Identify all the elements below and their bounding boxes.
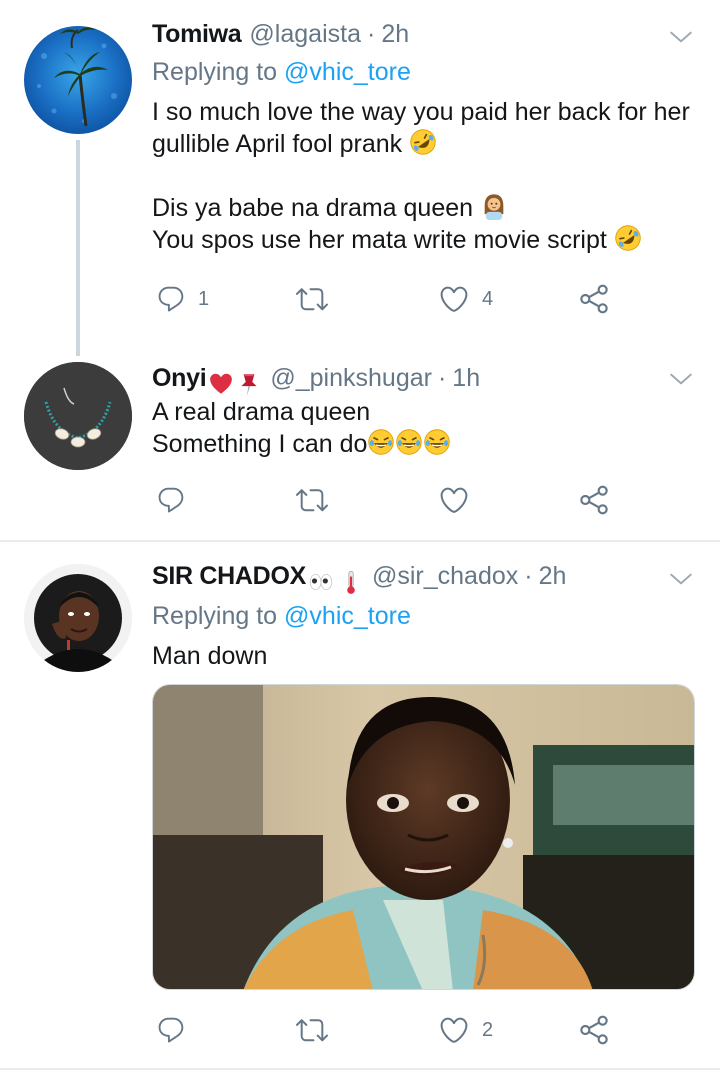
tweet-media-image[interactable] [152,684,695,990]
action-bar: 1 4 [152,279,622,319]
like-count: 2 [482,1018,494,1041]
replying-to: Replying to @vhic_tore [152,602,411,631]
retweet-button[interactable] [296,1010,340,1050]
replying-prefix: Replying to [152,602,278,630]
username[interactable]: @sir_chadox [372,562,518,591]
tweet-text: Man down [152,640,697,672]
joy-emoji-icon [367,428,395,456]
retweet-button[interactable] [296,279,340,319]
chevron-down-icon[interactable] [668,566,694,592]
like-count: 4 [482,287,494,310]
tweet-divider [0,1068,720,1070]
tweet-text: I so much love the way you paid her back… [152,96,697,256]
rofl-emoji-icon [409,128,437,156]
reply-icon [156,485,186,515]
like-button[interactable]: 2 [438,1010,493,1050]
tweet-line: Dis ya babe na drama queen [152,194,474,222]
display-name[interactable]: Onyi [152,364,207,393]
reply-count: 1 [198,287,210,310]
retweet-icon [296,484,328,516]
like-icon [438,484,470,516]
separator-dot: · [437,364,447,392]
joy-emoji-icon [423,428,451,456]
thread-connector [76,140,80,356]
tweet[interactable]: Onyi @_pinkshugar · 1h A real drama quee… [0,352,720,540]
tweet-line: You spos use her mata write movie script [152,226,607,254]
display-name[interactable]: SIR CHADOX [152,562,306,591]
tweet-header: Tomiwa @lagaista · 2h [152,20,409,60]
tweet-header: SIR CHADOX @sir_chadox · 2h [152,562,566,602]
like-icon [438,283,470,315]
chevron-down-icon[interactable] [668,366,694,392]
tweet-line: A real drama queen [152,398,371,426]
action-bar: 2 [152,1010,622,1050]
mention-link[interactable]: @vhic_tore [284,602,411,630]
tweet-line: I so much love the way you paid her back… [152,98,690,126]
replying-to: Replying to @vhic_tore [152,58,411,87]
separator-dot: · [524,562,533,590]
display-name[interactable]: Tomiwa [152,20,242,49]
reply-button[interactable] [156,1010,198,1050]
tweet-text: A real drama queen Something I can do [152,396,697,460]
tweet-line: gullible April fool prank [152,130,403,158]
joy-emoji-icon [395,428,423,456]
thermometer-emoji-icon [338,569,364,595]
tweet[interactable]: Tomiwa @lagaista · 2h Replying to @vhic_… [0,0,720,356]
avatar[interactable] [24,564,132,672]
woman-emoji-icon [480,192,508,220]
username[interactable]: @_pinkshugar [270,364,432,393]
rofl-emoji-icon [614,224,642,252]
share-icon [578,283,610,315]
share-button[interactable] [578,1010,610,1050]
reply-icon [156,284,186,314]
retweet-icon [296,283,328,315]
share-icon [578,1014,610,1046]
replying-prefix: Replying to [152,58,278,86]
share-icon [578,484,610,516]
tweet-line: Man down [152,642,268,670]
tweet[interactable]: SIR CHADOX @sir_chadox · 2h Replying to … [0,542,720,1067]
retweet-icon [296,1014,328,1046]
like-button[interactable] [438,480,482,520]
like-icon [438,1014,470,1046]
timestamp[interactable]: 2h [381,20,409,49]
heart-emoji-icon [208,371,234,397]
timestamp[interactable]: 2h [539,562,567,591]
like-button[interactable]: 4 [438,279,493,319]
eyes-emoji-icon [308,569,334,595]
timestamp[interactable]: 1h [452,364,480,393]
reply-button[interactable] [156,480,198,520]
username[interactable]: @lagaista [249,20,361,49]
separator-dot: · [366,20,376,48]
action-bar [152,480,622,520]
avatar[interactable] [24,26,132,134]
reply-button[interactable]: 1 [156,279,209,319]
pushpin-emoji-icon [236,371,262,397]
avatar[interactable] [24,362,132,470]
reply-icon [156,1015,186,1045]
retweet-button[interactable] [296,480,340,520]
tweet-line: Something I can do [152,430,368,458]
share-button[interactable] [578,279,610,319]
mention-link[interactable]: @vhic_tore [284,58,411,86]
chevron-down-icon[interactable] [668,24,694,50]
share-button[interactable] [578,480,610,520]
